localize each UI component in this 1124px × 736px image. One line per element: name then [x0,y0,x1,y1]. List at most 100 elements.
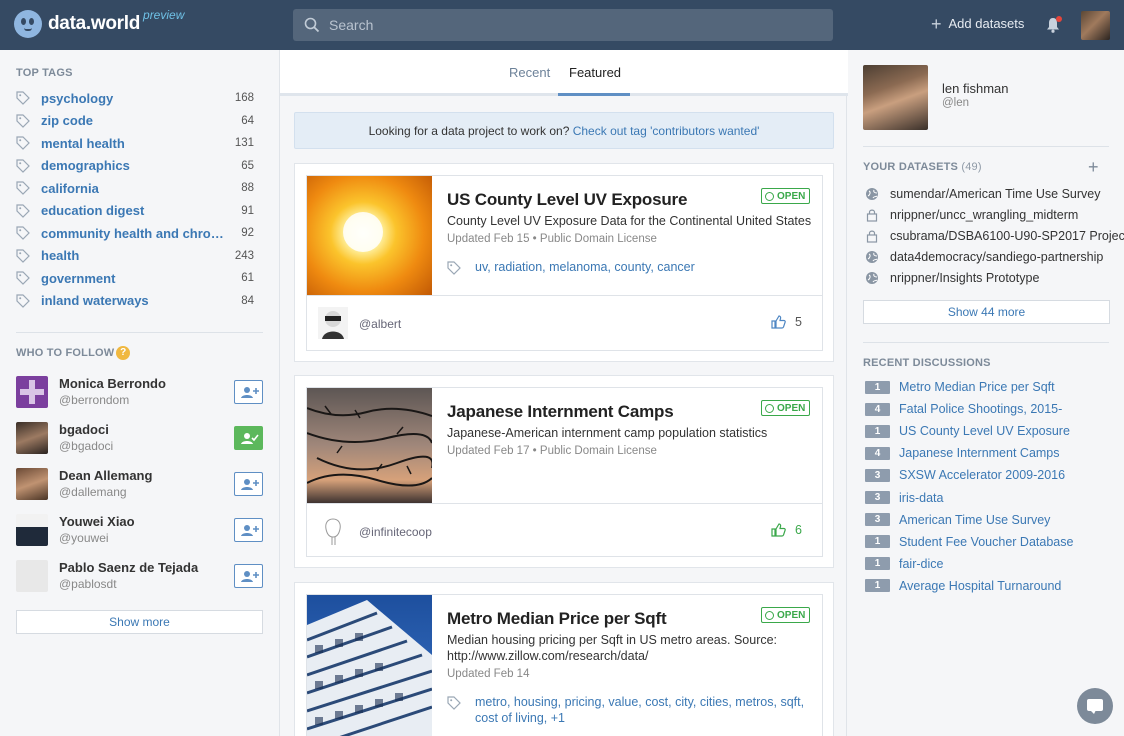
following-button[interactable] [234,426,263,450]
dataset-name[interactable]: data4democracy/sandiego-partnership [890,250,1103,264]
top-tag-item[interactable]: health 243 [16,246,254,266]
your-dataset-item[interactable]: csubrama/DSBA6100-U90-SP2017 Project [865,227,1124,245]
tab-recent[interactable]: Recent [509,65,550,80]
dataset-title[interactable]: US County Level UV Exposure [447,190,687,210]
show-more-datasets-button[interactable]: Show 44 more [863,300,1110,324]
discussion-item[interactable]: 1 Student Fee Voucher Database [865,533,1115,551]
your-dataset-item[interactable]: data4democracy/sandiego-partnership [865,248,1124,266]
follow-button[interactable] [234,472,263,496]
top-tag-item[interactable]: california 88 [16,178,254,198]
create-dataset-plus-icon[interactable]: + [1088,158,1099,176]
like-button[interactable]: 6 [771,523,802,537]
tag-count: 88 [241,182,254,194]
top-tag-item[interactable]: government 61 [16,268,254,288]
profile-name[interactable]: len fishman [942,81,1008,96]
discussion-item[interactable]: 4 Japanese Internment Camps [865,444,1115,462]
follow-button[interactable] [234,518,263,542]
top-tag-item[interactable]: community health and chronic di... 92 [16,223,254,243]
discussion-link[interactable]: Average Hospital Turnaround [899,579,1061,593]
top-tag-item[interactable]: psychology 168 [16,88,254,108]
dataset-title[interactable]: Metro Median Price per Sqft [447,609,667,629]
tag-name[interactable]: california [41,181,224,196]
dataset-thumbnail-barbed-wire[interactable] [307,388,432,503]
top-tag-item[interactable]: education digest 91 [16,201,254,221]
discussion-link[interactable]: Japanese Internment Camps [899,446,1060,460]
discussion-link[interactable]: Fatal Police Shootings, 2015- [899,402,1062,416]
discussion-link[interactable]: fair-dice [899,557,943,571]
tag-name[interactable]: inland waterways [41,293,224,308]
discussion-item[interactable]: 3 iris-data [865,489,1115,507]
user-avatar[interactable] [16,560,48,592]
chat-button[interactable] [1077,688,1113,724]
discussion-link[interactable]: SXSW Accelerator 2009-2016 [899,468,1065,482]
add-datasets-button[interactable]: + Add datasets [931,15,1024,33]
your-dataset-item[interactable]: sumendar/American Time Use Survey [865,185,1124,203]
top-tag-item[interactable]: mental health 131 [16,133,254,153]
user-name[interactable]: Pablo Saenz de Tejada [59,560,198,575]
data-world-logo[interactable]: data.world preview [14,8,184,38]
tag-name[interactable]: psychology [41,91,224,106]
user-avatar-menu[interactable] [1081,11,1110,40]
follow-button[interactable] [234,380,263,404]
discussion-link[interactable]: Student Fee Voucher Database [899,535,1073,549]
tag-name[interactable]: health [41,248,224,263]
tag-name[interactable]: zip code [41,113,224,128]
dataset-tag-list[interactable]: metro, housing, pricing, value, cost, ci… [475,694,817,726]
discussion-item[interactable]: 3 American Time Use Survey [865,511,1115,529]
top-tag-item[interactable]: inland waterways 84 [16,291,254,311]
tag-name[interactable]: demographics [41,158,224,173]
contributors-wanted-link[interactable]: Check out tag 'contributors wanted' [573,124,760,138]
discussion-item[interactable]: 1 fair-dice [865,555,1115,573]
owner-handle[interactable]: @infinitecoop [359,525,432,539]
follow-button[interactable] [234,564,263,588]
discussion-item[interactable]: 1 Average Hospital Turnaround [865,577,1115,595]
profile-avatar[interactable] [863,65,928,130]
top-tag-item[interactable]: demographics 65 [16,156,254,176]
discussion-link[interactable]: US County Level UV Exposure [899,424,1070,438]
dataset-card[interactable]: Metro Median Price per Sqft OPEN Median … [294,582,834,736]
help-icon[interactable]: ? [116,346,131,360]
discussion-count-badge: 1 [865,424,890,438]
dataset-name[interactable]: nrippner/uncc_wrangling_midterm [890,208,1078,222]
dataset-card[interactable]: US County Level UV Exposure OPEN County … [294,163,834,362]
user-avatar[interactable] [16,376,48,408]
discussion-item[interactable]: 4 Fatal Police Shootings, 2015- [865,400,1115,418]
discussion-item[interactable]: 1 Metro Median Price per Sqft [865,378,1115,396]
dataset-tag-list[interactable]: uv, radiation, melanoma, county, cancer [475,259,695,275]
top-tag-item[interactable]: zip code 64 [16,111,254,131]
user-name[interactable]: Monica Berrondo [59,376,166,391]
user-avatar[interactable] [16,422,48,454]
tab-featured[interactable]: Featured [569,65,621,80]
your-datasets-label: YOUR DATASETS [863,161,959,173]
user-name[interactable]: bgadoci [59,422,109,437]
dataset-name[interactable]: csubrama/DSBA6100-U90-SP2017 Project [890,229,1124,243]
tag-name[interactable]: education digest [41,203,224,218]
discussion-item[interactable]: 3 SXSW Accelerator 2009-2016 [865,466,1115,484]
tag-name[interactable]: government [41,271,224,286]
discussion-link[interactable]: iris-data [899,491,943,505]
search-box[interactable] [293,9,833,41]
dataset-name[interactable]: nrippner/Insights Prototype [890,271,1039,285]
user-avatar[interactable] [16,514,48,546]
dataset-card[interactable]: Japanese Internment Camps OPEN Japanese-… [294,375,834,568]
tag-name[interactable]: community health and chronic di... [41,226,224,241]
discussion-link[interactable]: American Time Use Survey [899,513,1050,527]
user-name[interactable]: Youwei Xiao [59,514,135,529]
dataset-title[interactable]: Japanese Internment Camps [447,402,674,422]
discussion-item[interactable]: 1 US County Level UV Exposure [865,422,1115,440]
search-input[interactable] [329,9,819,41]
dataset-name[interactable]: sumendar/American Time Use Survey [890,187,1101,201]
your-dataset-item[interactable]: nrippner/Insights Prototype [865,269,1124,287]
like-button[interactable]: 5 [771,315,802,329]
dataset-thumbnail-building[interactable] [307,595,432,736]
dataset-thumbnail-sun[interactable] [307,176,432,295]
discussion-link[interactable]: Metro Median Price per Sqft [899,380,1055,394]
tag-name[interactable]: mental health [41,136,224,151]
owner-avatar[interactable] [318,515,348,547]
owner-handle[interactable]: @albert [359,317,401,331]
your-dataset-item[interactable]: nrippner/uncc_wrangling_midterm [865,206,1124,224]
show-more-users-button[interactable]: Show more [16,610,263,634]
user-name[interactable]: Dean Allemang [59,468,152,483]
owner-avatar[interactable] [318,307,348,339]
user-avatar[interactable] [16,468,48,500]
